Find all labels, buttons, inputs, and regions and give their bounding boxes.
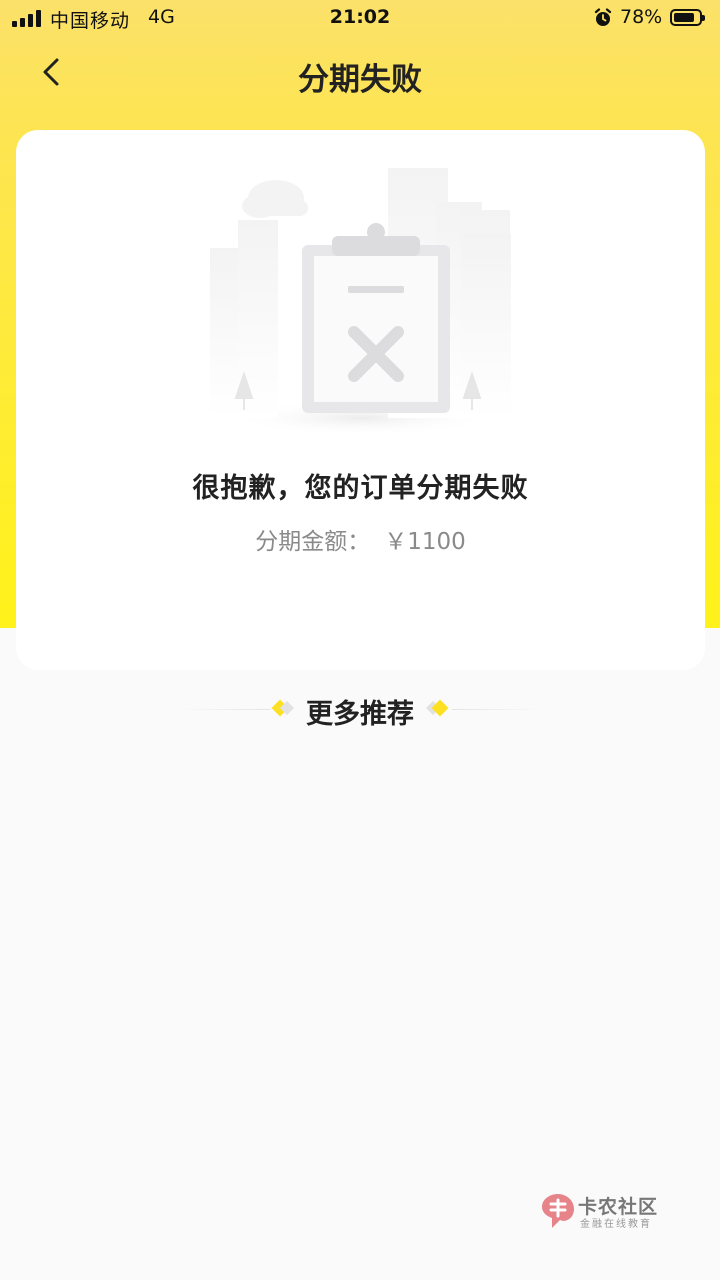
status-bar: 中国移动 4G 21:02 78% — [0, 0, 720, 36]
battery-percent: 78% — [620, 6, 663, 28]
failure-message: 很抱歉，您的订单分期失败 — [192, 473, 529, 504]
kanong-logo-icon — [542, 1194, 574, 1228]
amount-label: 分期金额： — [255, 529, 371, 555]
installment-amount: 分期金额： ￥1100 — [16, 522, 705, 556]
page-title: 分期失败 — [298, 62, 422, 98]
recommend-header: 更多推荐 — [0, 688, 720, 732]
watermark-subtitle: 金融在线教育 — [580, 1219, 652, 1230]
battery-icon — [670, 9, 705, 26]
watermark: 卡农社区 金融在线教育 — [540, 1190, 670, 1232]
amount-value: ￥1100 — [384, 529, 466, 555]
failed-order-clipboard-icon — [206, 160, 516, 454]
result-card: 很抱歉，您的订单分期失败 分期金额： ￥1100 — [16, 130, 705, 670]
divider-right — [452, 709, 542, 710]
nav-bar: 分期失败 — [0, 36, 720, 110]
alarm-icon — [593, 8, 613, 33]
recommend-title: 更多推荐 — [306, 699, 414, 730]
